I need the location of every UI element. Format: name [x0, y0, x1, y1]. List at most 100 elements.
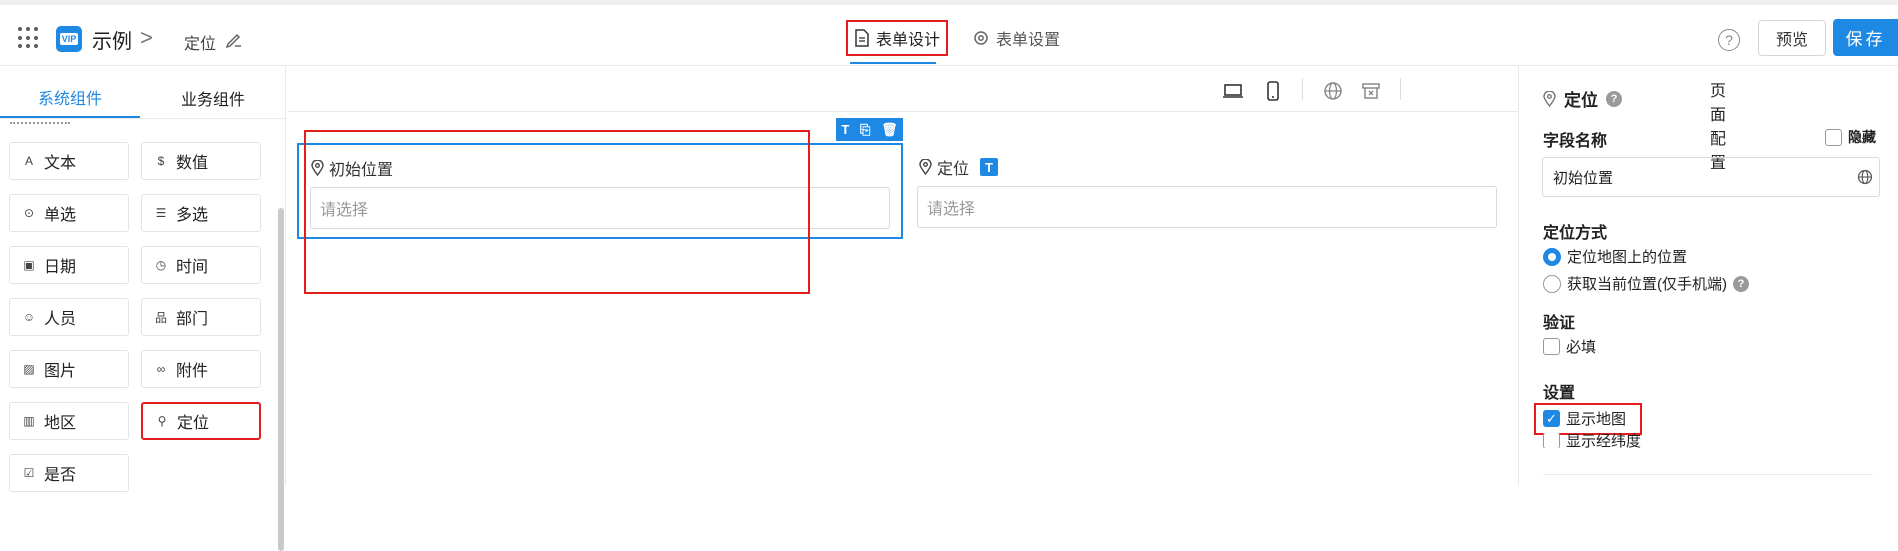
top-bar: VIP 示例 > 定位 表单设计 表单设置 ? 预览 保存 [0, 0, 1898, 66]
component-yes-no[interactable]: ☑ 是否 [9, 454, 129, 492]
delete-icon[interactable]: 🗑 [881, 122, 898, 138]
component-region[interactable]: ▥ 地区 [9, 402, 129, 440]
component-time[interactable]: ◷ 时间 [141, 246, 261, 284]
time-icon: ◷ [155, 258, 167, 272]
page-name: 定位 [184, 36, 217, 53]
location-select-input-2[interactable]: 请选择 [917, 186, 1497, 228]
single-choice-icon: ⊙ [23, 206, 35, 220]
component-date[interactable]: ▣ 日期 [9, 246, 129, 284]
panel-scrollbar[interactable] [278, 208, 284, 551]
component-text[interactable]: A 文本 [9, 142, 129, 180]
globe-icon[interactable] [1322, 80, 1344, 102]
component-panel: 系统组件 业务组件 A 文本 $ 数值 ⊙ 单选 ☰ 多选 ▣ 日期 ◷ 时间 ☺ 人员 品部门 ▨ 图片 ∞ 附件… [0, 66, 286, 551]
component-location[interactable]: ⚲ 定位 [141, 402, 261, 440]
tab-form-settings-label: 表单设置 [996, 32, 1061, 49]
component-label: 是否 [44, 467, 77, 484]
hidden-checkbox[interactable] [1825, 128, 1842, 146]
component-multi-choice[interactable]: ☰ 多选 [141, 194, 261, 232]
field-name-value: 初始位置 [1553, 169, 1614, 187]
locate-option-map-label: 定位地图上的位置 [1567, 249, 1688, 266]
component-label: 日期 [44, 259, 77, 276]
desktop-icon[interactable] [1222, 80, 1244, 102]
hidden-label: 隐藏 [1848, 129, 1876, 145]
hidden-toggle[interactable]: 隐藏 [1825, 127, 1876, 147]
active-tab-underline [850, 62, 936, 64]
component-label: 多选 [176, 207, 209, 224]
component-department[interactable]: 品部门 [141, 298, 261, 336]
location-pin-icon [919, 159, 932, 175]
required-checkbox[interactable] [1543, 338, 1560, 355]
preview-button[interactable]: 预览 [1758, 20, 1826, 56]
settings-title: 设置 [1543, 385, 1576, 402]
field-action-toolbar: T ⎘ 🗑 [836, 118, 903, 141]
app-logo: VIP [56, 26, 82, 52]
multi-choice-icon: ☰ [155, 206, 167, 220]
component-label: 附件 [176, 363, 209, 380]
field-label-location: 定位 T [919, 155, 999, 179]
locate-option-map[interactable]: 定位地图上的位置 [1543, 246, 1687, 267]
archive-icon[interactable] [1360, 80, 1382, 102]
save-button[interactable]: 保存 [1833, 19, 1898, 56]
tab-system-components[interactable]: 系统组件 [0, 78, 140, 118]
tab-form-settings[interactable]: 表单设置 [966, 20, 1066, 56]
component-label: 时间 [176, 259, 209, 276]
globe-icon[interactable] [1857, 169, 1873, 185]
field-label-text: 定位 [937, 161, 970, 178]
tab-form-design[interactable]: 表单设计 [846, 20, 949, 56]
group-heading-cut [10, 120, 70, 124]
tab-business-components[interactable]: 业务组件 [143, 78, 283, 118]
component-label: 数值 [176, 155, 209, 172]
component-label: 定位 [177, 415, 210, 432]
required-option[interactable]: 必填 [1543, 336, 1596, 357]
required-label: 必填 [1566, 339, 1597, 356]
mobile-icon[interactable] [1262, 80, 1284, 102]
locate-method-title: 定位方式 [1543, 225, 1608, 242]
component-person[interactable]: ☺ 人员 [9, 298, 129, 336]
text-icon: A [24, 154, 33, 168]
number-icon: $ [157, 154, 165, 168]
component-label: 图片 [44, 363, 77, 380]
attachment-icon: ∞ [156, 362, 166, 376]
text-badge-icon[interactable]: T [980, 158, 999, 176]
help-icon[interactable]: ? [1733, 275, 1749, 292]
component-image[interactable]: ▨ 图片 [9, 350, 129, 388]
help-icon[interactable]: ? [1718, 29, 1740, 51]
gear-icon [974, 31, 988, 45]
validate-title: 验证 [1543, 315, 1576, 332]
component-label: 部门 [176, 311, 209, 328]
radio-unselected[interactable] [1543, 274, 1561, 293]
canvas-toolbar: 页面配置 [288, 66, 1726, 172]
component-label: 单选 [44, 207, 77, 224]
component-label: 人员 [44, 311, 77, 328]
logo-text: VIP [59, 33, 79, 45]
highlight-box-show-map [1534, 403, 1642, 435]
region-icon: ▥ [23, 414, 35, 428]
properties-title-text: 定位 [1564, 91, 1598, 110]
field-name-input[interactable]: 初始位置 [1542, 157, 1880, 197]
component-number[interactable]: $ 数值 [141, 142, 261, 180]
app-name[interactable]: 示例 [92, 25, 132, 54]
department-icon: 品 [154, 310, 167, 325]
locate-option-current[interactable]: 获取当前位置(仅手机端) ? [1543, 273, 1749, 294]
image-icon: ▨ [23, 362, 35, 376]
apps-grid-icon[interactable] [18, 27, 40, 49]
text-tool-icon[interactable]: T [841, 122, 849, 137]
component-single-choice[interactable]: ⊙ 单选 [9, 194, 129, 232]
location-pin-icon [1543, 90, 1556, 107]
field-name-title: 字段名称 [1543, 133, 1608, 150]
radio-selected[interactable] [1543, 247, 1561, 266]
toolbar-divider [1302, 78, 1303, 100]
properties-title: 定位 ? [1543, 86, 1622, 111]
toolbar-divider [1400, 78, 1401, 100]
component-attachment[interactable]: ∞ 附件 [141, 350, 261, 388]
component-label: 文本 [44, 155, 77, 172]
edit-pencil-icon[interactable] [224, 29, 244, 49]
help-icon[interactable]: ? [1606, 90, 1622, 107]
show-latlng-checkbox[interactable] [1543, 433, 1560, 448]
copy-icon[interactable]: ⎘ [860, 122, 870, 138]
properties-panel: 定位 ? 字段名称 隐藏 初始位置 定位方式 定位地图上的位置 获取当前位置(仅… [1518, 66, 1898, 485]
breadcrumb-separator: > [140, 25, 153, 50]
show-latlng-option[interactable]: 显示经纬度 [1543, 433, 1641, 448]
section-divider [1543, 474, 1873, 475]
date-icon: ▣ [23, 258, 35, 272]
